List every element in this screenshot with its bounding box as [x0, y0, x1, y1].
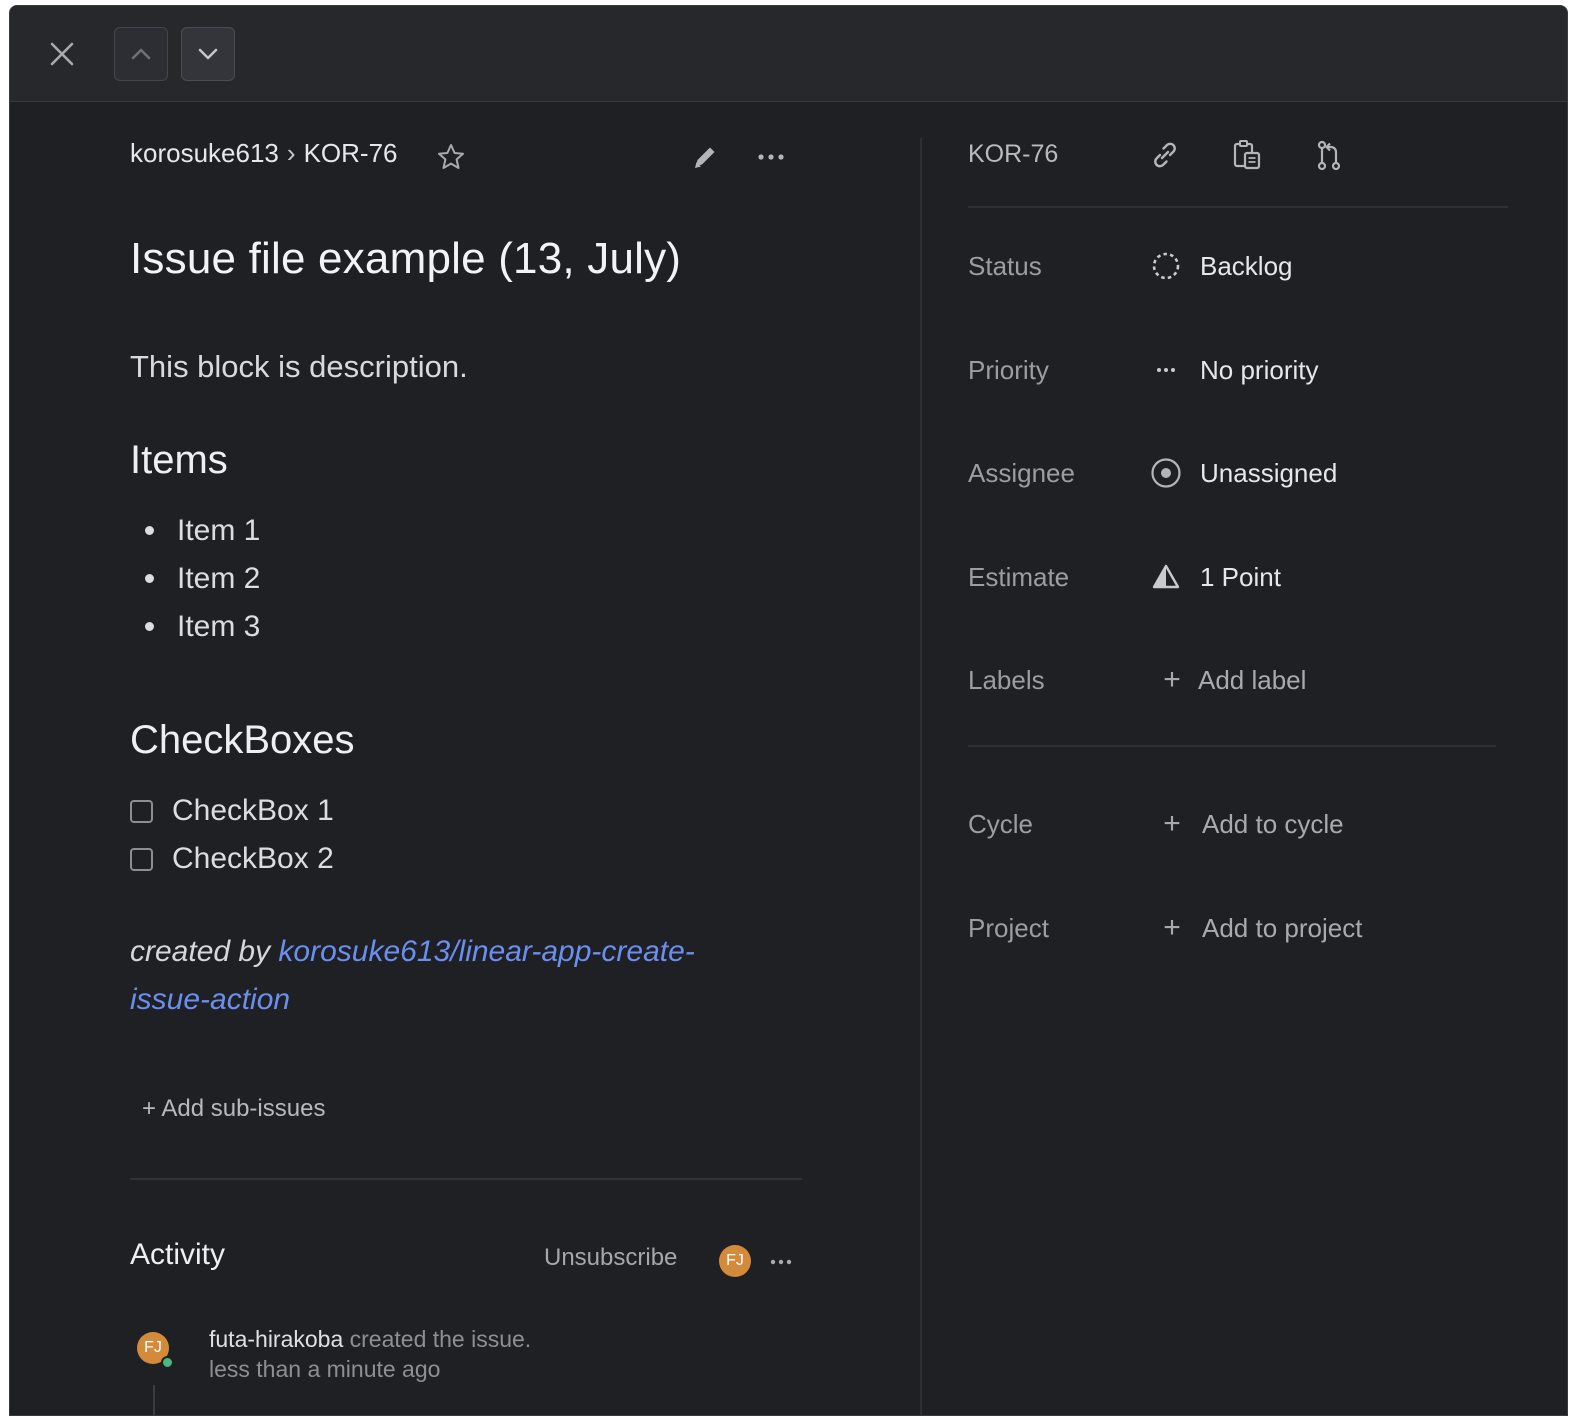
priority-value: No priority: [1200, 354, 1319, 385]
breadcrumb: korosuke613 › KOR-76: [130, 138, 397, 169]
add-sub-issues-button[interactable]: + Add sub-issues: [142, 1095, 325, 1123]
plus-icon: +: [1163, 663, 1181, 696]
backlog-status-icon: [1150, 250, 1182, 282]
items-heading: Items: [130, 438, 228, 482]
checkbox-label: CheckBox 2: [172, 842, 334, 875]
status-select[interactable]: Backlog: [1150, 246, 1293, 286]
property-assignee: Assignee Unassigned: [968, 453, 1508, 493]
breadcrumb-team[interactable]: korosuke613: [130, 138, 279, 169]
estimate-value: 1 Point: [1200, 561, 1281, 592]
activity-action: created the issue.: [343, 1326, 532, 1352]
items-list: Item 1 Item 2 Item 3: [130, 507, 260, 651]
copy-icon[interactable]: [1230, 138, 1264, 172]
property-label: Cycle: [968, 809, 1034, 839]
more-options-icon[interactable]: [756, 142, 786, 172]
previous-issue-button[interactable]: [114, 27, 168, 81]
unsubscribe-button[interactable]: Unsubscribe: [544, 1244, 677, 1272]
plus-icon: +: [1163, 911, 1181, 944]
activity-timeline-line: [153, 1385, 155, 1415]
close-button[interactable]: [40, 32, 84, 76]
status-value: Backlog: [1200, 250, 1293, 281]
top-bar: [10, 6, 1567, 102]
close-icon: [50, 42, 74, 66]
activity-more-icon[interactable]: [767, 1248, 795, 1276]
edit-pencil-icon[interactable]: [690, 142, 720, 172]
online-status-dot: [161, 1356, 174, 1369]
activity-time: less than a minute ago: [209, 1356, 441, 1382]
activity-entry: futa-hirakoba created the issue. less th…: [209, 1324, 531, 1384]
checkbox[interactable]: [130, 847, 153, 871]
add-to-project-text: Add to project: [1202, 912, 1363, 943]
activity-title: Activity: [130, 1238, 226, 1271]
add-label-button[interactable]: + Add label: [1156, 660, 1306, 700]
sidebar-issue-id: KOR-76: [968, 140, 1059, 168]
property-label: Estimate: [968, 562, 1070, 592]
sidebar-divider: [968, 745, 1496, 747]
created-by-prefix: created by: [130, 935, 279, 968]
issue-description[interactable]: This block is description.: [130, 349, 468, 385]
plus-icon: +: [1163, 807, 1181, 840]
assignee-select[interactable]: Unassigned: [1150, 453, 1337, 493]
property-label: Priority: [968, 355, 1049, 385]
property-status: Status Backlog: [968, 246, 1508, 286]
priority-select[interactable]: No priority: [1150, 350, 1318, 390]
checkbox[interactable]: [130, 799, 153, 823]
checkbox-label: CheckBox 1: [172, 794, 334, 827]
property-project: Project + Add to project: [968, 908, 1508, 948]
list-item: Item 1: [130, 507, 260, 555]
property-label: Project: [968, 913, 1049, 943]
git-branch-icon[interactable]: [1312, 138, 1346, 172]
checkbox-list: CheckBox 1 CheckBox 2: [130, 787, 334, 883]
activity-user[interactable]: futa-hirakoba: [209, 1326, 343, 1352]
property-label: Assignee: [968, 458, 1075, 488]
subscriber-avatar[interactable]: FJ: [719, 1245, 751, 1277]
property-estimate: Estimate 1 Point: [968, 557, 1508, 597]
vertical-divider: [920, 138, 922, 1415]
breadcrumb-issue-id[interactable]: KOR-76: [304, 138, 398, 169]
unassigned-avatar-icon: [1150, 457, 1182, 489]
sidebar-divider: [968, 206, 1508, 208]
breadcrumb-separator: ›: [286, 138, 296, 168]
property-priority: Priority No priority: [968, 350, 1508, 390]
chevron-up-icon: [131, 48, 151, 60]
add-to-cycle-text: Add to cycle: [1202, 808, 1344, 839]
add-label-text: Add label: [1198, 664, 1307, 695]
favorite-star-icon[interactable]: [436, 142, 466, 172]
issue-window: korosuke613 › KOR-76 Issue file example …: [9, 5, 1568, 1416]
list-item: Item 2: [130, 555, 260, 603]
estimate-triangle-icon: [1150, 561, 1182, 593]
assignee-value: Unassigned: [1200, 457, 1338, 488]
checkboxes-heading: CheckBoxes: [130, 718, 355, 762]
add-to-cycle-button[interactable]: + Add to cycle: [1156, 804, 1344, 844]
add-to-project-button[interactable]: + Add to project: [1156, 908, 1362, 948]
link-icon[interactable]: [1148, 138, 1182, 172]
property-labels: Labels + Add label: [968, 660, 1508, 700]
divider: [130, 1178, 802, 1180]
no-priority-icon: [1150, 354, 1182, 386]
chevron-down-icon: [198, 48, 218, 60]
checkbox-item[interactable]: CheckBox 2: [130, 835, 334, 883]
created-by-text: created by korosuke613/linear-app-create…: [130, 928, 770, 1024]
list-item: Item 3: [130, 603, 260, 651]
checkbox-item[interactable]: CheckBox 1: [130, 787, 334, 835]
issue-title[interactable]: Issue file example (13, July): [130, 234, 681, 284]
property-cycle: Cycle + Add to cycle: [968, 804, 1508, 844]
next-issue-button[interactable]: [181, 27, 235, 81]
property-label: Status: [968, 251, 1042, 281]
property-label: Labels: [968, 665, 1045, 695]
estimate-select[interactable]: 1 Point: [1150, 557, 1281, 597]
